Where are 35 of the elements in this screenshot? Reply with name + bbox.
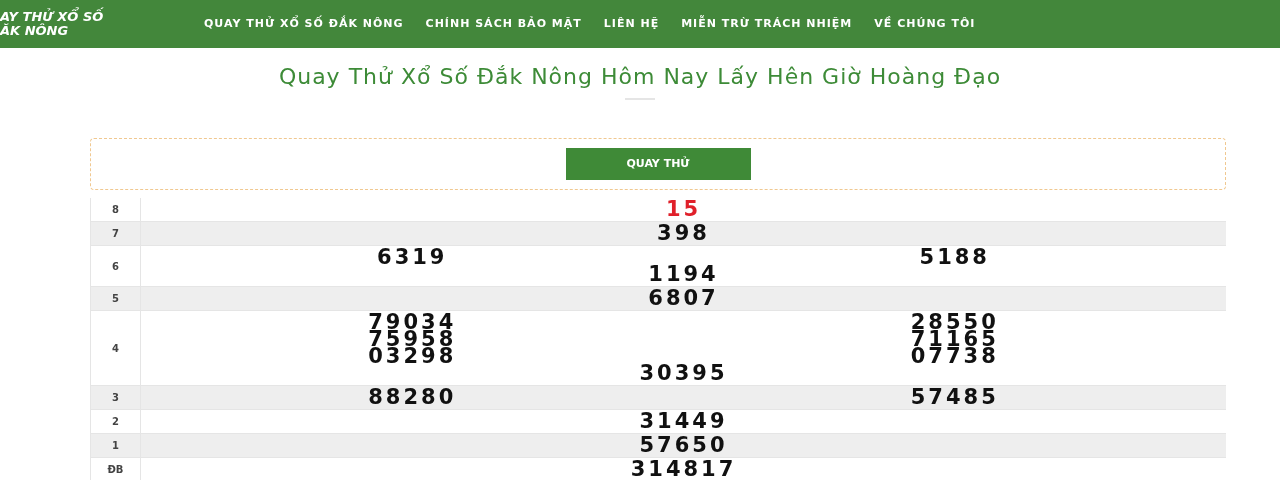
result-number: 1194 xyxy=(648,266,719,283)
result-number: 79034 xyxy=(368,314,457,331)
nav-link[interactable]: MIỄN TRỪ TRÁCH NHIỆM xyxy=(681,15,853,33)
prize-label: 7 xyxy=(112,227,119,241)
nav-link[interactable]: LIÊN HỆ xyxy=(603,15,660,33)
prize-label: 4 xyxy=(112,341,119,356)
prize-label: 8 xyxy=(112,203,119,217)
prize-label: 3 xyxy=(112,391,119,405)
result-number: 30395 xyxy=(639,365,728,382)
result-number: 5188 xyxy=(919,249,990,266)
result-number: 6807 xyxy=(648,290,719,307)
result-number: 15 xyxy=(665,201,702,218)
prize-label: 1 xyxy=(112,439,119,453)
nav-link[interactable]: VỀ CHÚNG TÔI xyxy=(874,15,976,33)
page-title: Quay Thử Xổ Số Đắk Nông Hôm Nay Lấy Hên Giờ Hoàng Đạo xyxy=(278,63,1002,91)
logo-text: ĂK NÔNG xyxy=(0,24,70,38)
result-number: 314817 xyxy=(630,461,737,478)
result-number: 6319 xyxy=(377,249,448,266)
result-number: 71165 xyxy=(910,331,999,348)
spin-button[interactable]: QUAY THỬ xyxy=(565,148,751,180)
result-number: 57485 xyxy=(910,389,999,406)
result-number: 03298 xyxy=(368,348,457,365)
result-number: 07738 xyxy=(910,348,999,365)
prize-label: ĐB xyxy=(107,463,124,477)
nav-link[interactable]: QUAY THỬ XỔ SỐ ĐẮK NÔNG xyxy=(204,15,404,33)
nav-link[interactable]: CHÍNH SÁCH BẢO MẬT xyxy=(425,15,582,33)
prize-label: 5 xyxy=(112,292,119,306)
result-number: 57650 xyxy=(639,437,728,454)
prize-label: 2 xyxy=(112,415,119,429)
prize-label: 6 xyxy=(112,259,119,274)
result-number: 31449 xyxy=(639,413,728,430)
result-number: 28550 xyxy=(910,314,999,331)
result-number: 75958 xyxy=(368,331,457,348)
result-number: 398 xyxy=(657,225,710,242)
result-number: 88280 xyxy=(368,389,457,406)
